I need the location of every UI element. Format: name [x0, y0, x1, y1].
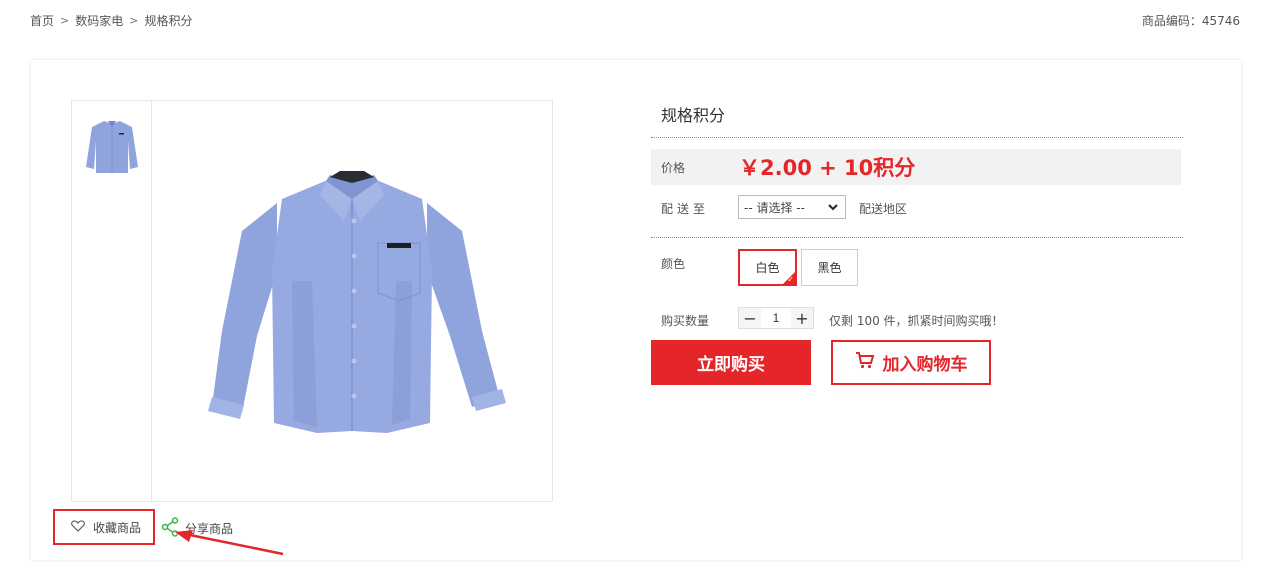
color-label: 颜色	[661, 257, 686, 271]
favorite-button[interactable]: 收藏商品	[53, 509, 155, 545]
buy-now-button[interactable]: 立即购买	[651, 340, 811, 385]
product-title: 规格积分	[661, 106, 726, 125]
shipping-row: 配送至 -- 请选择 -- 配送地区	[651, 195, 1181, 221]
shipping-select[interactable]: -- 请选择 --	[738, 195, 846, 219]
breadcrumb-current: 规格积分	[144, 14, 193, 28]
cart-icon	[855, 351, 875, 374]
add-to-cart-label: 加入购物车	[882, 355, 968, 375]
breadcrumb-separator: >	[129, 14, 139, 27]
breadcrumb: 首页 > 数码家电 > 规格积分	[30, 12, 192, 29]
product-card: 收藏商品 分享商品 规格积分 价格 ￥2.00 + 10积分 配送至 -- 请选…	[31, 60, 1241, 560]
price-label: 价格	[661, 161, 686, 175]
price-value: ￥2.00 + 10积分	[739, 156, 916, 180]
color-option-label: 白色	[755, 261, 780, 275]
stock-notice: 仅剩 100 件，抓紧时间购买哦！	[829, 314, 1004, 328]
shipping-label: 配送至	[661, 202, 710, 216]
quantity-input[interactable]	[761, 308, 791, 328]
topbar: 首页 > 数码家电 > 规格积分 商品编码：45746	[30, 12, 1240, 30]
divider	[651, 237, 1183, 238]
arrow-icon	[175, 530, 284, 556]
increment-button[interactable]: +	[791, 308, 813, 328]
favorite-label: 收藏商品	[93, 520, 142, 535]
add-to-cart-button[interactable]: 加入购物车	[831, 340, 991, 385]
quantity-stepper: − +	[738, 307, 814, 329]
product-gallery	[71, 100, 553, 502]
product-code: 商品编码：45746	[1141, 14, 1240, 28]
decrement-button[interactable]: −	[739, 308, 761, 328]
color-option-black[interactable]: 黑色	[801, 249, 858, 286]
chevron-down-icon	[827, 199, 839, 218]
thumbnail-shirt[interactable]	[80, 113, 144, 177]
main-product-image[interactable]	[152, 101, 552, 501]
breadcrumb-separator: >	[60, 14, 70, 27]
breadcrumb-category[interactable]: 数码家电	[75, 12, 123, 29]
divider	[651, 137, 1183, 138]
breadcrumb-home[interactable]: 首页	[30, 12, 54, 29]
price-row: 价格 ￥2.00 + 10积分	[651, 149, 1181, 185]
shipping-area: 配送地区	[859, 202, 908, 216]
heart-icon	[71, 519, 85, 535]
quantity-label: 购买数量	[661, 314, 710, 328]
shipping-select-value: -- 请选择 --	[744, 200, 805, 215]
thumbnail-list	[72, 101, 152, 501]
color-option-white[interactable]: 白色 ✓	[738, 249, 797, 286]
color-option-label: 黑色	[817, 261, 842, 275]
checkmark-icon: ✓	[787, 275, 794, 284]
